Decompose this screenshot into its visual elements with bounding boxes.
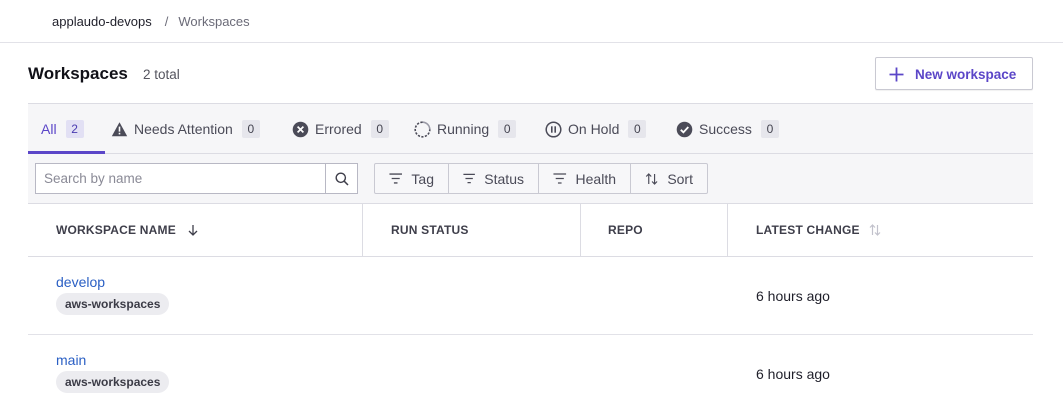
search-input[interactable] (36, 164, 325, 193)
search-icon (335, 172, 349, 186)
new-workspace-button[interactable]: New workspace (875, 57, 1033, 90)
health-filter-label: Health (575, 170, 616, 187)
sort-descending-icon (188, 225, 198, 236)
search-box (35, 163, 358, 194)
success-icon (676, 121, 693, 137)
tab-errored[interactable]: Errored 0 (292, 104, 389, 154)
tab-errored-count: 0 (370, 120, 389, 138)
workspace-toolbar: Tag Status Health Sort (28, 154, 1033, 204)
table-header: WORKSPACE NAME RUN STATUS REPO LATEST CH… (28, 204, 1033, 257)
health-filter-button[interactable]: Health (539, 164, 631, 193)
tab-success-count: 0 (760, 120, 779, 138)
column-divider (362, 204, 363, 256)
column-header-latest-change-label: LATEST CHANGE (756, 223, 860, 237)
column-header-latest-change[interactable]: LATEST CHANGE (756, 204, 882, 256)
filter-icon (553, 173, 567, 184)
column-divider (580, 204, 581, 256)
tab-needs-attention[interactable]: Needs Attention 0 (111, 104, 260, 154)
sort-arrows-icon (645, 172, 658, 185)
column-divider (727, 204, 728, 256)
tab-on-hold[interactable]: On Hold 0 (545, 104, 647, 154)
breadcrumb-separator: / (164, 13, 169, 29)
tab-on-hold-label: On Hold (568, 121, 620, 137)
tab-needs-attention-label: Needs Attention (134, 121, 233, 137)
table-row[interactable]: develop aws-workspaces 6 hours ago (28, 257, 1033, 335)
latest-change-time: 6 hours ago (756, 366, 830, 382)
tab-needs-attention-count: 0 (241, 120, 260, 138)
tab-running-label: Running (437, 121, 490, 137)
workspace-name-link[interactable]: develop (56, 274, 105, 290)
latest-change-time: 6 hours ago (756, 288, 830, 304)
sort-button[interactable]: Sort (631, 164, 707, 193)
sort-label: Sort (667, 170, 693, 187)
status-filter-label: Status (484, 170, 524, 187)
column-header-run-status-label: RUN STATUS (391, 223, 469, 237)
tab-success[interactable]: Success 0 (676, 104, 779, 154)
column-header-repo: REPO (608, 204, 643, 256)
table-row[interactable]: main aws-workspaces 6 hours ago (28, 335, 1033, 412)
warning-icon (111, 121, 128, 136)
filter-button-group: Tag Status Health Sort (374, 163, 708, 194)
workspace-tag-badge: aws-workspaces (56, 293, 170, 315)
sort-unsorted-icon (869, 224, 881, 236)
tab-on-hold-count: 0 (628, 120, 647, 138)
workspace-name-link[interactable]: main (56, 352, 86, 368)
filter-icon (463, 173, 475, 184)
tab-running[interactable]: Running 0 (414, 104, 517, 154)
tab-running-count: 0 (498, 120, 517, 138)
pause-icon (545, 120, 562, 138)
column-header-run-status: RUN STATUS (391, 204, 469, 256)
tag-filter-label: Tag (411, 170, 434, 187)
new-workspace-label: New workspace (915, 67, 1017, 82)
breadcrumb-current-page: Workspaces (178, 13, 250, 29)
breadcrumb-org-link[interactable]: applaudo-devops (52, 14, 152, 29)
column-header-workspace-name[interactable]: WORKSPACE NAME (56, 204, 199, 256)
tab-all-count: 2 (65, 120, 84, 138)
tag-filter-button[interactable]: Tag (375, 164, 449, 193)
running-icon (414, 120, 431, 138)
workspace-tag-badge: aws-workspaces (56, 371, 170, 393)
plus-icon (889, 67, 904, 82)
breadcrumb: applaudo-devops / Workspaces (52, 13, 250, 29)
status-tabs: All 2 Needs Attention 0 Errored 0 Runnin… (28, 104, 1033, 154)
workspace-filter-panel: All 2 Needs Attention 0 Errored 0 Runnin… (28, 103, 1033, 204)
tab-all[interactable]: All 2 (41, 104, 84, 154)
header-divider (0, 42, 1063, 43)
workspace-total-count: 2 total (143, 67, 180, 82)
tab-errored-label: Errored (315, 121, 362, 137)
tab-success-label: Success (699, 121, 752, 137)
error-icon (292, 121, 309, 137)
search-button[interactable] (325, 164, 357, 193)
status-filter-button[interactable]: Status (449, 164, 539, 193)
tab-all-label: All (41, 121, 57, 137)
column-header-workspace-name-label: WORKSPACE NAME (56, 223, 176, 237)
page-title: Workspaces (28, 64, 128, 83)
column-header-repo-label: REPO (608, 223, 643, 237)
filter-icon (389, 173, 402, 184)
